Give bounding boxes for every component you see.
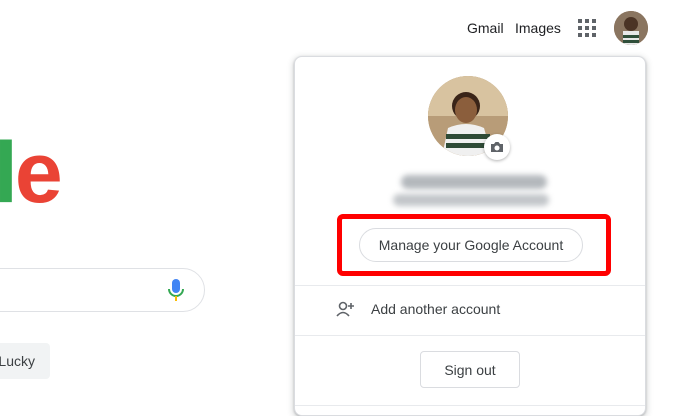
logo-letter-e: e <box>14 125 63 221</box>
camera-icon[interactable] <box>484 134 510 160</box>
feeling-lucky-label: Lucky <box>0 353 35 369</box>
divider <box>295 405 645 406</box>
sign-out-button[interactable]: Sign out <box>420 351 520 388</box>
google-logo: le <box>0 130 63 216</box>
images-link[interactable]: Images <box>515 20 561 36</box>
apps-grid-icon[interactable] <box>578 19 596 37</box>
feeling-lucky-button[interactable]: Lucky <box>0 343 50 379</box>
redacted-account-name <box>401 175 547 189</box>
redacted-account-email <box>393 194 549 206</box>
manage-account-button[interactable]: Manage your Google Account <box>359 228 583 262</box>
microphone-icon[interactable] <box>166 278 186 304</box>
sign-out-label: Sign out <box>444 361 496 378</box>
manage-account-label: Manage your Google Account <box>378 237 564 253</box>
divider <box>295 335 645 336</box>
person-add-icon <box>335 299 357 321</box>
logo-letter-l: l <box>0 125 18 221</box>
account-popup: Manage your Google Account Add another a… <box>294 56 646 416</box>
user-avatar-icon[interactable] <box>614 11 648 45</box>
add-account-item[interactable]: Add another account <box>295 286 645 335</box>
add-account-label: Add another account <box>371 301 501 317</box>
gmail-link[interactable]: Gmail <box>467 20 504 36</box>
